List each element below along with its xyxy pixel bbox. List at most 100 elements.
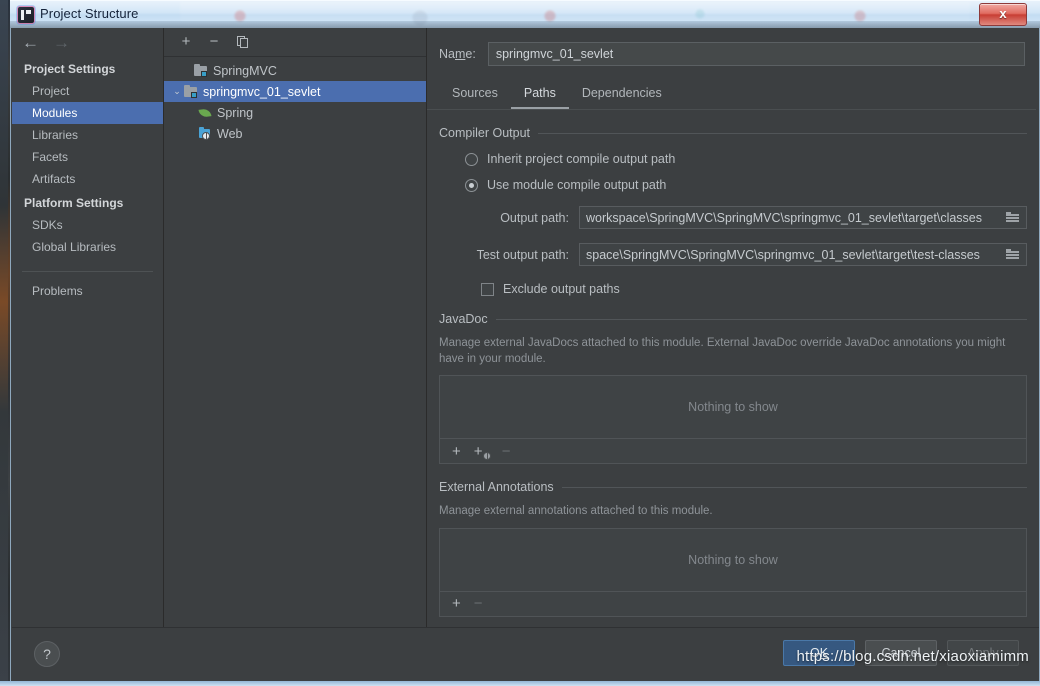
external-annotations-list[interactable]: Nothing to show [439,527,1027,592]
sidebar-group-project-settings: Project Settings [24,62,116,76]
window-title: Project Structure [40,6,139,21]
output-path-browse-button[interactable] [1000,207,1026,228]
module-name-label: Name: [439,47,476,61]
sidebar-item-modules[interactable]: Modules [12,102,163,124]
compiler-output-section: Compiler Output Inherit project compile … [439,126,1027,296]
test-output-path-input[interactable] [580,247,1000,262]
project-structure-window: Project Structure x ← → Project Settings… [10,0,1040,682]
tabs-divider [427,109,1039,110]
copy-module-button[interactable] [232,32,252,52]
output-path-field[interactable] [579,206,1027,229]
tree-node-springmvc-01-sevlet[interactable]: ⌄ springmvc_01_sevlet [164,81,426,102]
module-tabs: Sources Paths Dependencies [439,82,1039,109]
tree-node-web[interactable]: Web [164,123,426,144]
output-path-row: Output path: [439,206,1027,229]
folder-browse-icon [1006,212,1020,223]
radio-label: Use module compile output path [487,178,667,192]
dialog-footer: ? OK Cancel Apply https://blog.csdn.net/… [12,627,1039,680]
section-rule [495,318,1027,320]
intellij-idea-icon [18,7,34,23]
apply-button: Apply [947,640,1019,666]
sidebar-group-platform-settings: Platform Settings [24,196,124,210]
module-editor-panel: Name: Sources Paths Dependencies Compile… [427,28,1039,658]
output-path-label: Output path: [500,210,569,225]
tree-node-springmvc[interactable]: SpringMVC [164,60,426,81]
javadoc-description: Manage external JavaDocs attached to thi… [439,337,1006,365]
close-icon: x [999,6,1007,21]
remove-module-button[interactable]: − [204,32,224,52]
sidebar-item-facets[interactable]: Facets [12,146,163,168]
dialog-content: ← → Project Settings Project Modules Lib… [12,28,1039,658]
close-button[interactable]: x [979,3,1027,26]
sidebar-item-artifacts[interactable]: Artifacts [12,168,163,190]
window-body: ← → Project Settings Project Modules Lib… [10,28,1040,682]
sidebar-nav-arrows: ← → [12,28,163,56]
section-title: External Annotations [439,480,554,495]
copy-icon [236,36,248,48]
module-tree-panel: + − SpringMVC ⌄ springmvc_01_sevlet Spri… [164,28,427,658]
title-bar: Project Structure x [10,0,1040,29]
module-name-row: Name: [439,42,1025,66]
javadoc-list-toolbar: + + − [439,439,1027,465]
tree-node-spring[interactable]: Spring [164,102,426,123]
javadoc-remove-button[interactable]: − [502,444,511,459]
module-tree-toolbar: + − [164,28,426,57]
exclude-output-paths-row[interactable]: Exclude output paths [481,282,1027,296]
javadoc-empty-text: Nothing to show [688,400,778,415]
sidebar-item-project[interactable]: Project [12,80,163,102]
sidebar-divider [22,271,153,272]
module-icon [194,63,208,77]
module-name-input[interactable] [487,42,1025,66]
radio-use-module-output[interactable]: Use module compile output path [465,178,1027,192]
javadoc-section: JavaDoc Manage external JavaDocs attache… [439,312,1027,465]
cancel-button[interactable]: Cancel [865,640,937,666]
desktop-background-edge [0,0,8,686]
test-output-path-browse-button[interactable] [1000,244,1026,265]
external-annotations-description: Manage external annotations attached to … [439,505,713,518]
arrow-left-icon[interactable]: ← [22,34,39,51]
tree-node-label: springmvc_01_sevlet [203,84,321,99]
test-output-path-field[interactable] [579,243,1027,266]
window-bottom-edge [0,681,1040,686]
vertical-scrollbar[interactable] [1036,28,1039,658]
spring-leaf-icon [198,106,212,120]
screen: Project Structure x ← → Project Settings… [0,0,1040,686]
help-button[interactable]: ? [34,641,60,667]
tree-node-label: SpringMVC [213,63,277,78]
exclude-output-paths-checkbox[interactable] [481,282,494,296]
tab-sources[interactable]: Sources [439,82,511,109]
radio-inherit-project-output[interactable]: Inherit project compile output path [465,152,1027,166]
add-module-button[interactable]: + [176,32,196,52]
javadoc-add-url-button[interactable]: + [474,444,491,460]
sidebar-item-global-libraries[interactable]: Global Libraries [12,236,163,258]
external-annotations-header: External Annotations [439,480,1027,494]
test-output-path-row: Test output path: [439,243,1027,266]
javadoc-list[interactable]: Nothing to show [439,375,1027,440]
module-icon [184,84,198,98]
ok-button[interactable]: OK [783,640,855,666]
tab-dependencies[interactable]: Dependencies [569,82,675,109]
sidebar-item-libraries[interactable]: Libraries [12,124,163,146]
folder-browse-icon [1006,249,1020,260]
sidebar-item-problems[interactable]: Problems [12,280,163,302]
external-annotations-section: External Annotations Manage external ann… [439,480,1027,617]
test-output-path-label: Test output path: [476,247,569,262]
section-title: JavaDoc [439,312,488,326]
section-rule [538,132,1027,134]
compiler-output-header: Compiler Output [439,126,1027,140]
section-rule [561,486,1027,488]
radio-label: Inherit project compile output path [487,152,676,166]
radio-button-selected [465,178,478,192]
javadoc-add-button[interactable]: + [452,444,461,459]
tab-paths[interactable]: Paths [510,82,569,109]
arrow-right-icon[interactable]: → [53,34,70,51]
radio-button [465,152,478,166]
external-annotations-add-button[interactable]: + [452,596,461,611]
tree-node-label: Web [217,126,243,141]
external-annotations-remove-button[interactable]: − [474,596,483,611]
section-title: Compiler Output [439,126,531,140]
sidebar-item-sdks[interactable]: SDKs [12,214,163,236]
settings-sidebar: ← → Project Settings Project Modules Lib… [12,28,164,658]
chevron-down-icon[interactable]: ⌄ [170,86,184,97]
output-path-input[interactable] [580,210,1000,225]
